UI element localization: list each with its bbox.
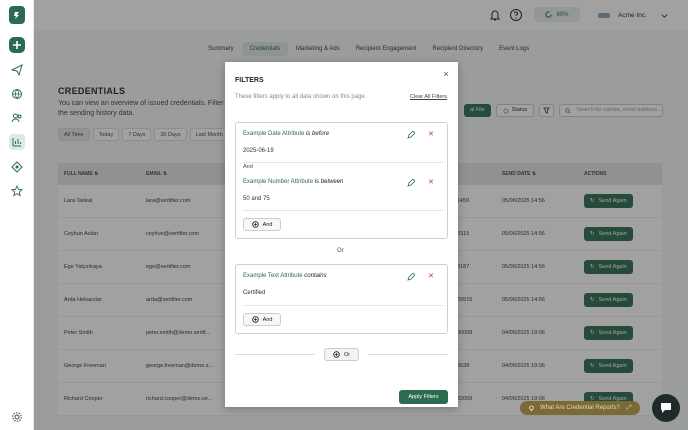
condition-value: 50 and 75 (243, 196, 270, 202)
condition-text: Example Text Attribute contains (243, 273, 327, 279)
and-connector: And (243, 164, 253, 170)
credential-reports-help-button[interactable]: What Are Credential Reports? ⤢ (520, 401, 640, 415)
settings-icon[interactable] (9, 409, 25, 425)
integrations-icon[interactable] (9, 159, 25, 175)
modal-subtitle: These filters apply to all data shown on… (235, 94, 367, 100)
delete-icon[interactable]: ✕ (427, 273, 435, 281)
condition-attribute: Example Number Attribute (243, 179, 314, 185)
add-icon[interactable] (9, 37, 25, 53)
divider (243, 305, 443, 306)
filter-group-2: Example Text Attribute contains ✕ Certif… (235, 264, 448, 334)
globe-icon[interactable] (9, 86, 25, 102)
help-label: What Are Credential Reports? (540, 405, 620, 411)
add-and-label: And (262, 221, 273, 228)
filter-group-1: Example Date Attribute is before ✕ 2025-… (235, 122, 448, 239)
plus-circle-icon (333, 351, 340, 358)
condition-value: Certified (243, 290, 266, 296)
or-connector: Or (337, 248, 344, 254)
divider (243, 162, 443, 163)
edit-icon[interactable] (407, 179, 415, 187)
condition-date: Example Date Attribute is before (243, 131, 329, 137)
star-icon[interactable] (9, 183, 25, 199)
users-icon[interactable] (9, 110, 25, 126)
condition-operator: is before (306, 131, 330, 137)
add-or-group-button[interactable]: Or (324, 348, 359, 361)
condition-number: Example Number Attribute is between (243, 179, 343, 185)
add-and-label: And (262, 316, 273, 323)
logo-icon[interactable] (9, 6, 25, 24)
condition-operator: is between (314, 179, 344, 185)
delete-icon[interactable]: ✕ (427, 131, 435, 139)
condition-attribute: Example Text Attribute (243, 273, 303, 279)
analytics-icon[interactable] (9, 134, 25, 150)
sidebar (0, 0, 34, 430)
divider (368, 354, 448, 355)
add-and-condition-button[interactable]: And (243, 313, 281, 326)
filters-modal: FILTERS × These filters apply to all dat… (225, 62, 458, 407)
edit-icon[interactable] (407, 131, 415, 139)
edit-icon[interactable] (407, 273, 415, 281)
condition-attribute: Example Date Attribute (243, 131, 305, 137)
divider (243, 210, 443, 211)
apply-filters-button[interactable]: Apply Filters (399, 390, 448, 404)
close-icon[interactable]: × (441, 69, 451, 79)
lightbulb-icon (529, 404, 534, 411)
chat-icon[interactable] (652, 394, 680, 422)
condition-value: 2025-06-19 (243, 148, 274, 154)
plus-circle-icon (251, 316, 259, 323)
divider (235, 354, 315, 355)
modal-title: FILTERS (235, 77, 264, 84)
plus-circle-icon (251, 221, 259, 228)
condition-operator: contains (304, 273, 327, 279)
expand-icon: ⤢ (626, 404, 632, 411)
add-and-condition-button[interactable]: And (243, 218, 281, 231)
clear-all-filters-link[interactable]: Clear All Filters (410, 94, 447, 100)
send-icon[interactable] (9, 62, 25, 78)
delete-icon[interactable]: ✕ (427, 179, 435, 187)
add-or-label: Or (343, 351, 351, 358)
